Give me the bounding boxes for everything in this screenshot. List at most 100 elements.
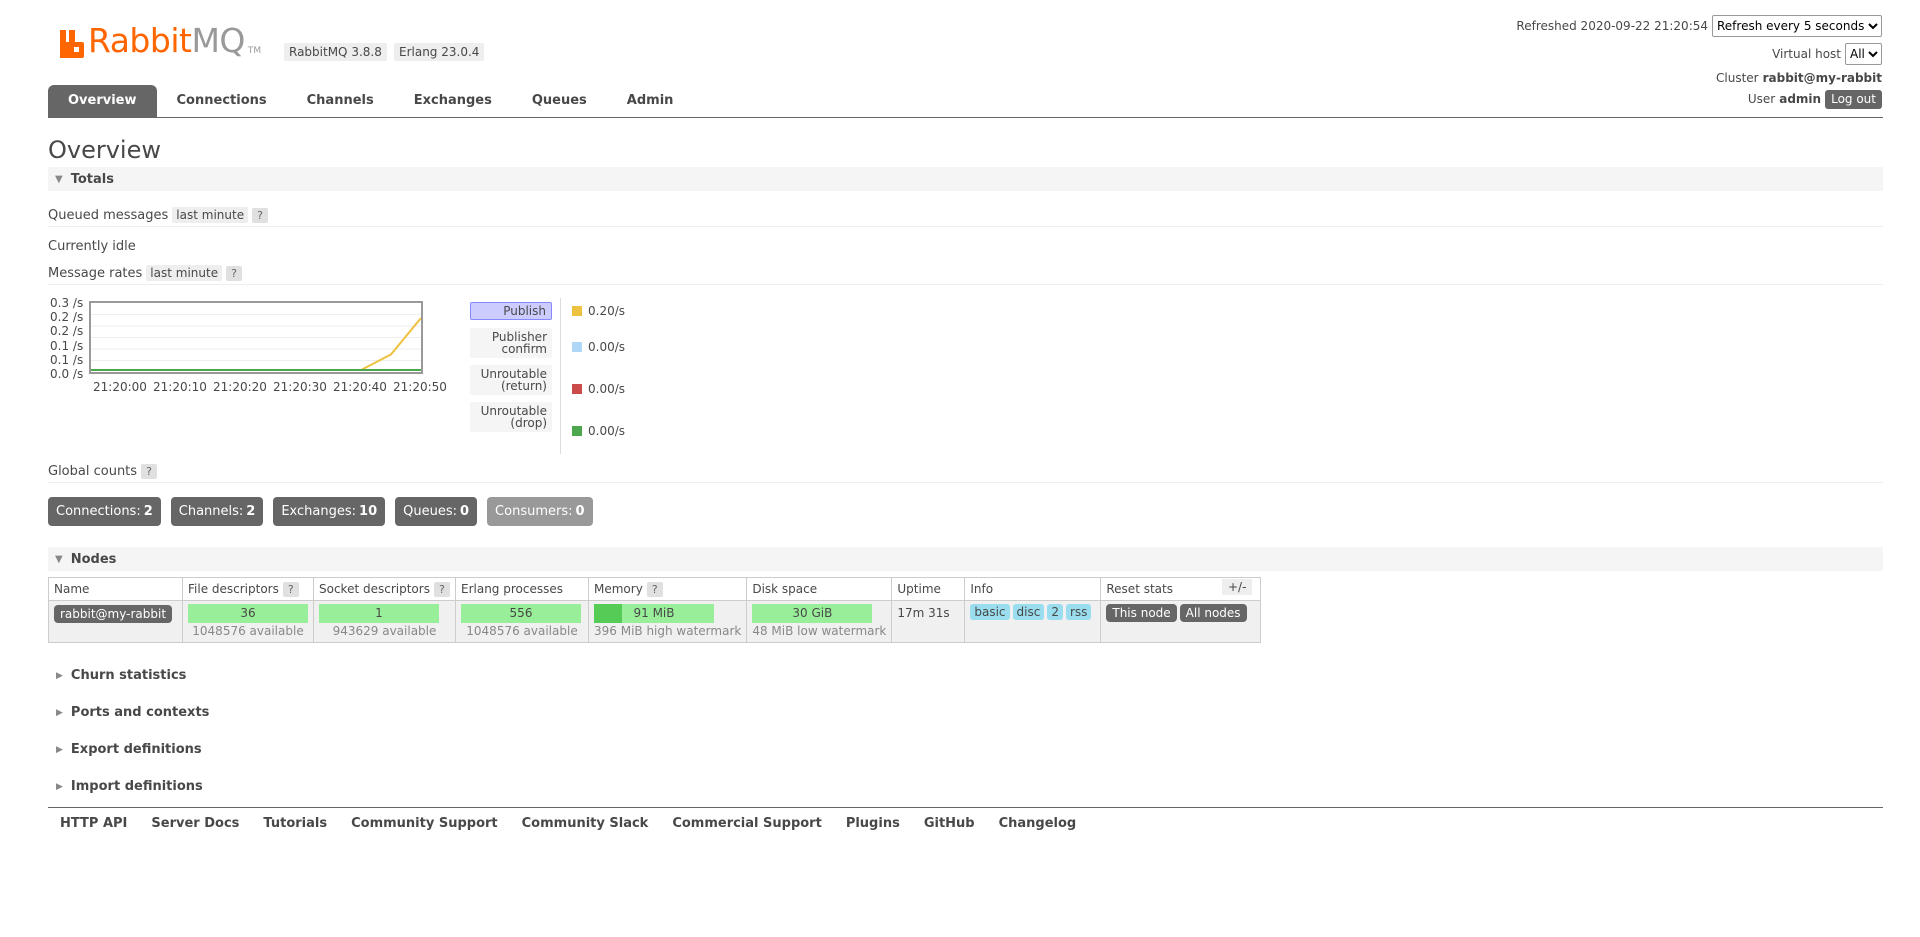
message-rates-header: Message rates last minute ? xyxy=(48,265,1883,285)
vhost-select[interactable]: All xyxy=(1845,43,1882,65)
info-badge: basic xyxy=(970,604,1010,620)
footer-divider xyxy=(48,807,1883,808)
logo-text: RabbitMQ xyxy=(88,24,245,58)
logo-text-primary: Rabbit xyxy=(88,21,192,60)
col-header-file-descriptors: File descriptors? xyxy=(182,577,314,601)
x-tick-label: 21:20:50 xyxy=(393,380,447,394)
footer-link-server-docs[interactable]: Server Docs xyxy=(139,816,251,831)
consumers-count-button[interactable]: Consumers: 0 xyxy=(487,497,593,526)
queued-help-icon[interactable]: ? xyxy=(252,207,268,223)
legend-toggle-publisher-confirm[interactable]: Publisher confirm xyxy=(470,328,552,358)
message-rates-label: Message rates xyxy=(48,265,143,281)
tab-connections[interactable]: Connections xyxy=(157,85,287,117)
section-label: Import definitions xyxy=(70,779,203,794)
user-label: User xyxy=(1747,92,1776,106)
page-title: Overview xyxy=(48,136,161,164)
logout-button[interactable]: Log out xyxy=(1825,89,1882,109)
count-label: Queues: xyxy=(403,504,457,519)
table-header-row: Name File descriptors? Socket descriptor… xyxy=(48,577,1262,601)
exchanges-count-button[interactable]: Exchanges: 10 xyxy=(273,497,386,526)
col-header-uptime: Uptime xyxy=(891,577,966,601)
collapsed-triangle-icon: ▶ xyxy=(56,707,63,718)
footer-link-community-support[interactable]: Community Support xyxy=(339,816,510,831)
connections-count-button[interactable]: Connections: 2 xyxy=(48,497,161,526)
churn-statistics-toggle[interactable]: ▶ Churn statistics xyxy=(48,668,186,683)
x-tick-label: 21:20:00 xyxy=(93,380,147,394)
totals-section-toggle[interactable]: ▼ Totals xyxy=(48,167,1883,191)
footer-link-http-api[interactable]: HTTP API xyxy=(48,816,139,831)
nodes-section-toggle[interactable]: ▼ Nodes xyxy=(48,547,1883,571)
chart-legend-buttons: Publish Publisher confirm Unroutable (re… xyxy=(470,298,562,437)
col-header-disk-space: Disk space xyxy=(746,577,893,601)
ports-and-contexts-toggle[interactable]: ▶ Ports and contexts xyxy=(48,705,209,720)
footer-link-changelog[interactable]: Changelog xyxy=(987,816,1089,831)
tab-overview[interactable]: Overview xyxy=(48,85,157,117)
y-tick-label: 0.3 /s xyxy=(50,296,84,310)
series-swatch xyxy=(572,342,582,352)
file-descriptors-bar: 36 xyxy=(188,604,308,623)
tabs-divider xyxy=(48,117,1883,118)
legend-rate: 0.00/s xyxy=(588,340,626,354)
file-descriptors-available: 1048576 available xyxy=(192,624,304,638)
series-swatch xyxy=(572,306,582,316)
queued-range-selector[interactable]: last minute xyxy=(172,207,249,223)
header-status: Refreshed 2020-09-22 21:20:54 Refresh ev… xyxy=(1516,14,1882,110)
footer-link-github[interactable]: GitHub xyxy=(912,816,987,831)
channels-count-button[interactable]: Channels: 2 xyxy=(170,497,264,526)
import-definitions-toggle[interactable]: ▶ Import definitions xyxy=(48,779,203,794)
tab-exchanges[interactable]: Exchanges xyxy=(394,85,512,117)
memory-help-icon[interactable]: ? xyxy=(646,582,663,597)
reset-all-nodes-button[interactable]: All nodes xyxy=(1179,604,1247,622)
y-tick-label: 0.2 /s xyxy=(50,310,84,324)
file-descriptors-help-icon[interactable]: ? xyxy=(282,582,299,597)
footer-link-community-slack[interactable]: Community Slack xyxy=(510,816,661,831)
disk-watermark: 48 MiB low watermark xyxy=(752,624,887,638)
legend-toggle-unroutable-return[interactable]: Unroutable (return) xyxy=(470,365,552,395)
section-label: Churn statistics xyxy=(70,668,187,683)
bar-value: 36 xyxy=(240,606,256,620)
col-header-socket-descriptors: Socket descriptors? xyxy=(313,577,456,601)
footer-link-commercial-support[interactable]: Commercial Support xyxy=(660,816,834,831)
count-value: 0 xyxy=(575,504,585,519)
legend-divider xyxy=(560,298,561,454)
column-toggle-button[interactable]: +/- xyxy=(1222,579,1253,595)
queues-count-button[interactable]: Queues: 0 xyxy=(395,497,478,526)
global-counts-header: Global counts ? xyxy=(48,464,1883,483)
legend-rate: 0.00/s xyxy=(588,382,626,396)
bar-value: 556 xyxy=(509,606,533,620)
count-label: Channels: xyxy=(178,504,244,519)
erlang-version: Erlang 23.0.4 xyxy=(394,43,485,61)
queued-messages-header: Queued messages last minute ? xyxy=(48,207,1883,227)
legend-toggle-publish[interactable]: Publish xyxy=(470,302,552,320)
socket-descriptors-cell: 1 943629 available xyxy=(313,600,456,643)
export-definitions-toggle[interactable]: ▶ Export definitions xyxy=(48,742,202,757)
reset-stats-cell: This node All nodes xyxy=(1100,600,1262,643)
main-nav-tabs: Overview Connections Channels Exchanges … xyxy=(48,85,693,117)
global-counts-help-icon[interactable]: ? xyxy=(141,464,157,479)
bar-value: 1 xyxy=(375,606,383,620)
count-label: Exchanges: xyxy=(281,504,357,519)
message-rates-chart: 0.3 /s 0.2 /s 0.2 /s 0.1 /s 0.1 /s 0.0 /… xyxy=(48,296,468,406)
memory-cell: 91 MiB 396 MiB high watermark xyxy=(587,600,748,643)
rabbitmq-logo[interactable]: RabbitMQ TM xyxy=(60,24,261,58)
legend-value-unroutable-return: 0.00/s xyxy=(572,382,625,396)
info-cell: basic disc 2 rss xyxy=(964,600,1102,643)
socket-descriptors-help-icon[interactable]: ? xyxy=(433,582,450,597)
tab-admin[interactable]: Admin xyxy=(607,85,694,117)
collapsed-triangle-icon: ▶ xyxy=(56,781,63,792)
tab-queues[interactable]: Queues xyxy=(512,85,607,117)
rates-help-icon[interactable]: ? xyxy=(226,265,242,281)
footer-link-plugins[interactable]: Plugins xyxy=(834,816,912,831)
legend-toggle-unroutable-drop[interactable]: Unroutable (drop) xyxy=(470,402,552,432)
reset-this-node-button[interactable]: This node xyxy=(1106,604,1177,622)
memory-watermark: 396 MiB high watermark xyxy=(594,624,742,638)
footer-link-tutorials[interactable]: Tutorials xyxy=(251,816,339,831)
tab-channels[interactable]: Channels xyxy=(287,85,394,117)
cluster-name: rabbit@my-rabbit xyxy=(1762,71,1882,85)
refreshed-timestamp: Refreshed 2020-09-22 21:20:54 xyxy=(1516,19,1708,33)
legend-value-unroutable-drop: 0.00/s xyxy=(572,424,625,438)
refresh-interval-select[interactable]: Refresh every 5 seconds xyxy=(1712,15,1882,37)
idle-status: Currently idle xyxy=(48,239,136,254)
rates-range-selector[interactable]: last minute xyxy=(146,265,223,281)
node-name-link[interactable]: rabbit@my-rabbit xyxy=(54,605,173,623)
